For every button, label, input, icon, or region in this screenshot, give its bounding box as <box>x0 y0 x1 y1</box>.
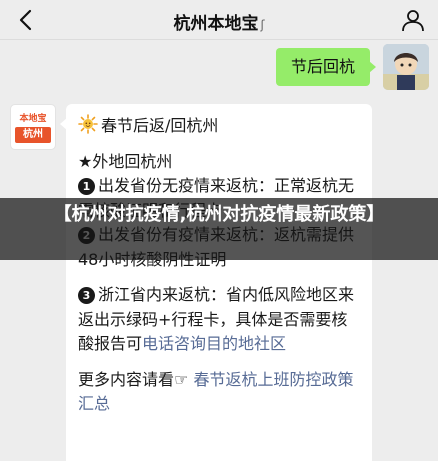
my-message-text: 节后回杭 <box>290 57 355 76</box>
account-avatar[interactable]: 本地宝 杭州 <box>10 104 56 150</box>
number-3-badge: 3 <box>78 287 95 304</box>
incoming-message-bubble[interactable]: 春节后返/回杭州 ★外地回杭州 1出发省份无疫情来返杭：正常返杭无需核酸证明和行… <box>60 104 372 461</box>
number-1-badge: 1 <box>78 178 95 195</box>
chat-title-text: 杭州本地宝 <box>173 14 259 34</box>
ear-icon: ʃ <box>260 18 265 32</box>
section-title: ★外地回杭州 <box>78 151 173 171</box>
account-avatar-logo: 本地宝 <box>19 114 47 124</box>
message-heading: 春节后返/回杭州 <box>101 116 219 135</box>
caption-text: 【杭州对抗疫情,杭州对抗疫情最新政策】 <box>53 204 385 225</box>
account-avatar-city: 杭州 <box>15 127 51 143</box>
message-heading-line: 春节后返/回杭州 <box>78 114 360 139</box>
my-message-bubble[interactable]: 节后回杭 <box>276 48 376 86</box>
my-avatar[interactable] <box>383 44 429 90</box>
user-profile-icon[interactable] <box>400 7 426 33</box>
more-line: 更多内容请看☞ 春节返杭上班防控政策汇总 <box>78 368 360 417</box>
community-phone-link[interactable]: 电话咨询目的地社区 <box>142 334 286 353</box>
chat-title: 杭州本地宝 ʃ <box>0 9 438 34</box>
caption-overlay: 【杭州对抗疫情,杭州对抗疫情最新政策】 <box>0 198 438 260</box>
nav-bar: 杭州本地宝 ʃ <box>0 0 438 40</box>
more-text: 更多内容请看☞ <box>78 369 194 389</box>
item-3: 3 浙江省内来返杭：省内低风险地区来返出示绿码+行程卡，具体是否需要核酸报告可电话… <box>78 283 360 357</box>
sun-icon <box>78 114 98 134</box>
